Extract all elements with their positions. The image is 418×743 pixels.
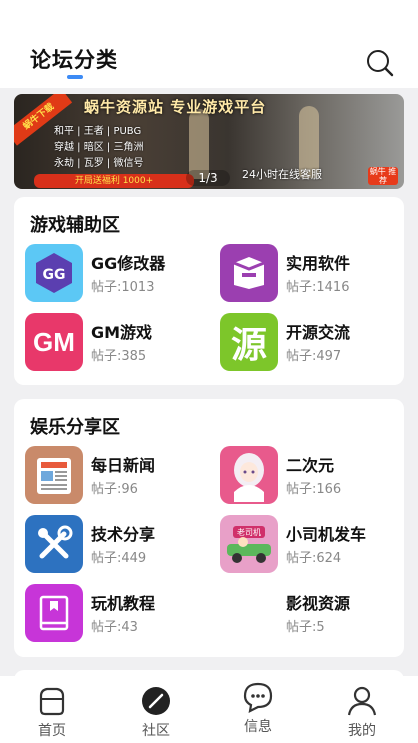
forum-item-gm-games[interactable]: GM GM游戏 帖子:385 — [25, 313, 205, 373]
user-icon — [345, 684, 379, 718]
forum-item-count: 帖子:5 — [286, 620, 325, 635]
banner-strip: 开局送福利 1000+ — [34, 174, 194, 188]
banner-pager: 1/3 — [186, 170, 230, 186]
tab-label: 我的 — [348, 723, 376, 739]
forum-item-anime[interactable]: 二次元 帖子:166 — [220, 446, 400, 506]
banner-tags: 和平 | 王者 | PUBG 穿越 | 暗区 | 三角洲 永劫 | 瓦罗 | 微… — [54, 124, 164, 172]
forum-item-phone-tutorial[interactable]: 玩机教程 帖子:43 — [25, 584, 205, 644]
forum-item-name: GM游戏 — [91, 323, 153, 342]
gm-icon-text: GM — [33, 326, 75, 357]
yuan-icon-text: 源 — [230, 325, 267, 366]
page-title: 论坛分类 — [30, 48, 118, 72]
forum-item-gg-modifier[interactable]: GG GG修改器 帖子:1013 — [25, 244, 205, 304]
banner-subtitle: 24小时在线客服 — [242, 168, 322, 181]
tab-label: 信息 — [244, 719, 272, 735]
car-icon-text: 老司机 — [237, 527, 261, 537]
car-cartoon-icon: 老司机 — [220, 515, 278, 573]
banner-badge: 蜗牛 推荐 — [368, 167, 398, 185]
newspaper-icon — [25, 446, 83, 504]
forum-item-driver[interactable]: 老司机 小司机发车 帖子:624 — [220, 515, 400, 575]
bottom-tab-bar: 首页 社区 信息 我的 — [0, 676, 418, 743]
yuan-icon: 源 — [220, 313, 278, 371]
forum-item-count: 帖子:497 — [286, 349, 342, 364]
gg-icon-text: GG — [43, 267, 66, 283]
banner-figure — [189, 109, 209, 179]
forum-item-daily-news[interactable]: 每日新闻 帖子:96 — [25, 446, 205, 506]
title-underline — [67, 75, 83, 79]
forum-item-name: 技术分享 — [91, 525, 156, 544]
forum-item-name: 玩机教程 — [91, 594, 156, 613]
tab-messages[interactable]: 信息 — [218, 676, 298, 743]
section-game-assist: 游戏辅助区 GG GG修改器 帖子:1013 实用软件 帖子:1416 GM G… — [14, 197, 404, 385]
compass-icon — [139, 684, 173, 718]
section-title: 游戏辅助区 — [30, 215, 120, 236]
forum-item-name: 开源交流 — [286, 323, 351, 342]
promo-banner[interactable]: 蜗牛下载 蜗牛资源站 专业游戏平台 和平 | 王者 | PUBG 穿越 | 暗区… — [14, 94, 404, 189]
tab-home[interactable]: 首页 — [12, 676, 92, 743]
section-entertainment: 娱乐分享区 每日新闻 帖子:96 二次元 帖子:166 技术分享 帖子:449 … — [14, 399, 404, 657]
forum-item-count: 帖子:166 — [286, 482, 342, 497]
book-icon — [25, 584, 83, 642]
tab-label: 首页 — [38, 723, 66, 739]
search-icon[interactable] — [365, 48, 395, 78]
tab-profile[interactable]: 我的 — [322, 676, 402, 743]
tools-icon — [25, 515, 83, 573]
banner-headline: 蜗牛资源站 专业游戏平台 — [84, 98, 267, 116]
banner-tag-line: 和平 | 王者 | PUBG — [54, 126, 142, 137]
forum-item-count: 帖子:43 — [91, 620, 138, 635]
forum-item-open-source[interactable]: 源 开源交流 帖子:497 — [220, 313, 400, 373]
gm-icon: GM — [25, 313, 83, 371]
forum-item-tech-share[interactable]: 技术分享 帖子:449 — [25, 515, 205, 575]
forum-item-name: 每日新闻 — [91, 456, 156, 475]
forum-item-utility-software[interactable]: 实用软件 帖子:1416 — [220, 244, 400, 304]
forum-item-count: 帖子:624 — [286, 551, 342, 566]
banner-tag-line: 穿越 | 暗区 | 三角洲 — [54, 142, 144, 153]
forum-item-count: 帖子:1416 — [286, 280, 350, 295]
gg-modifier-icon: GG — [25, 244, 83, 302]
forum-item-movie-resources[interactable]: 影视资源 帖子:5 — [220, 584, 400, 644]
forum-item-name: 二次元 — [286, 456, 335, 475]
message-icon — [241, 680, 275, 714]
anime-girl-icon — [220, 446, 278, 504]
section-title: 娱乐分享区 — [30, 417, 120, 438]
forum-item-count: 帖子:1013 — [91, 280, 155, 295]
tab-community[interactable]: 社区 — [116, 676, 196, 743]
forum-item-name: 小司机发车 — [286, 525, 367, 544]
forum-item-name: 实用软件 — [286, 254, 351, 273]
forum-item-name: GG修改器 — [91, 254, 166, 273]
tab-label: 社区 — [142, 723, 170, 739]
home-icon — [35, 684, 69, 718]
forum-item-count: 帖子:449 — [91, 551, 147, 566]
forum-item-count: 帖子:385 — [91, 349, 147, 364]
forum-item-count: 帖子:96 — [91, 482, 138, 497]
forum-item-name: 影视资源 — [286, 594, 351, 613]
box-icon — [220, 244, 278, 302]
header: 论坛分类 — [0, 0, 418, 88]
banner-tag-line: 永劫 | 瓦罗 | 微信号 — [54, 158, 144, 169]
